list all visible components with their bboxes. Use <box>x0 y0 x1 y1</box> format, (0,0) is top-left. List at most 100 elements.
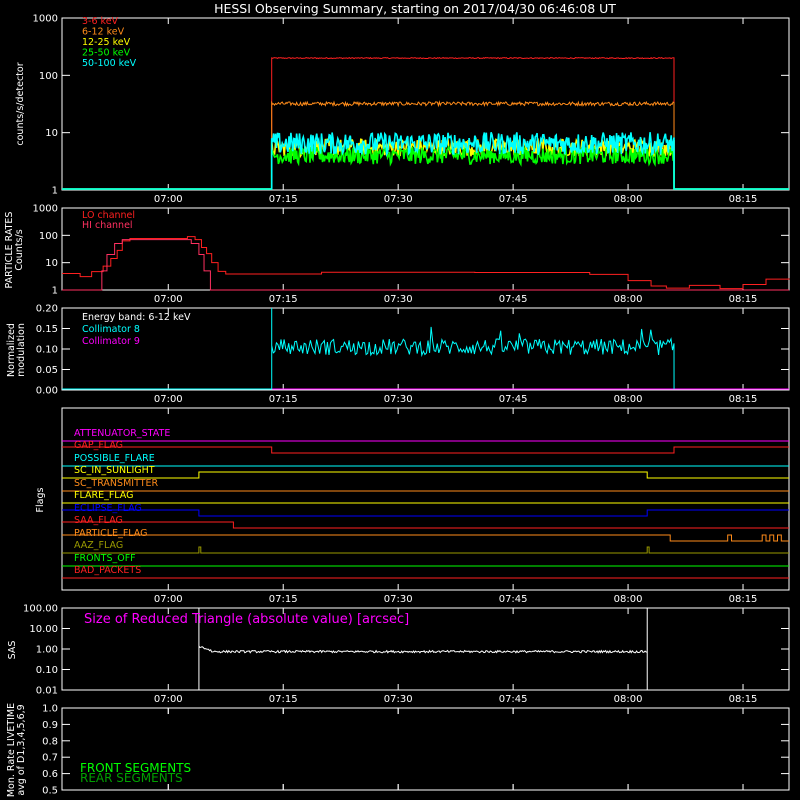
count-rate-legend: 50-100 keV <box>82 58 137 69</box>
count-rate-legend: 3-6 keV <box>82 16 119 27</box>
flags-xtick-label: 07:45 <box>499 594 528 605</box>
count_rates-ytick-label: 100 <box>39 71 58 82</box>
count_rates-ytick-label: 10 <box>45 128 58 139</box>
modulation-xtick-label: 07:00 <box>154 394 183 405</box>
particle_rates-frame <box>61 207 790 291</box>
flags-ylabel: Flags <box>35 487 46 512</box>
modulation-ytick-label: 0.00 <box>36 386 58 397</box>
particle-rates-ylabel: PARTICLE RATES Counts/s <box>4 212 25 289</box>
sas-annotation: Size of Reduced Triangle (absolute value… <box>84 612 409 627</box>
count-rates-ylabel-line: counts/s/detector <box>15 62 26 145</box>
livetime-legend: REAR SEGMENTS <box>80 771 183 785</box>
lo-channel-line <box>62 236 790 290</box>
livetime-ylabel-line: avg of D1,3,4,5,6,9 <box>16 704 27 795</box>
particle_rates-xtick-label: 07:00 <box>154 294 183 305</box>
modulation-ylabel-line: modulation <box>16 323 27 377</box>
particle_rates-ytick-label: 10 <box>45 258 58 269</box>
flag-label: SC_TRANSMITTER <box>74 478 159 489</box>
flags-xtick-label: 07:00 <box>154 594 183 605</box>
count-rates-ylabel: counts/s/detector <box>15 62 26 145</box>
particle_rates-xtick-label: 07:15 <box>269 294 298 305</box>
flag-label: ATTENUATOR_STATE <box>74 428 170 439</box>
livetime-ytick-label: 0.6 <box>42 769 58 780</box>
flag-label: GAP_FLAG <box>74 440 123 451</box>
flag-label: PARTICLE_FLAG <box>74 528 147 539</box>
particle_rates-xtick-label: 08:15 <box>729 294 758 305</box>
count_rates-ytick-label: 1 <box>52 186 58 197</box>
flag-line <box>62 471 789 479</box>
modulation-ytick-label: 0.10 <box>36 345 58 356</box>
particle_rates-ytick-label: 100 <box>39 231 58 242</box>
modulation-xtick-label: 08:15 <box>729 394 758 405</box>
flags-xtick-label: 07:15 <box>269 594 298 605</box>
count-rate-legend: 25-50 keV <box>82 48 131 59</box>
modulation-ytick-label: 0.20 <box>36 304 58 315</box>
flags-xtick-label: 08:15 <box>729 594 758 605</box>
modulation-legend: Collimator 9 <box>82 336 140 347</box>
modulation-xtick-label: 07:45 <box>499 394 528 405</box>
livetime-ytick-label: 1.0 <box>42 704 58 715</box>
modulation-ylabel: Normalized modulation <box>6 323 27 377</box>
particle_rates-xtick-label: 07:45 <box>499 294 528 305</box>
flag-line <box>62 546 789 554</box>
sas-xtick-label: 08:15 <box>729 694 758 705</box>
sas-ytick-label: 100.00 <box>23 604 58 615</box>
particle_rates-xtick-label: 07:30 <box>384 294 413 305</box>
livetime-ylabel: Mon. Rate LIVETIME avg of D1,3,4,5,6,9 <box>6 703 27 797</box>
flag-label: ECLIPSE_FLAG <box>74 503 142 514</box>
sas-ytick-label: 0.10 <box>36 665 58 676</box>
count-rate-line <box>62 144 789 190</box>
flag-label: BAD_PACKETS <box>74 565 141 576</box>
modulation-ytick-label: 0.15 <box>36 324 58 335</box>
count-rate-line <box>62 137 789 190</box>
sas-xtick-label: 07:45 <box>499 694 528 705</box>
particle_rates-ytick-label: 1 <box>52 286 58 297</box>
sas-xtick-label: 07:00 <box>154 694 183 705</box>
particle-rates-ylabel-line: Counts/s <box>14 229 25 270</box>
livetime-ytick-label: 0.5 <box>42 786 58 797</box>
hi-channel-line <box>62 239 789 291</box>
livetime-ytick-label: 0.9 <box>42 720 58 731</box>
flag-label: SC_IN_SUNLIGHT <box>74 465 155 476</box>
flags-frame <box>61 407 790 591</box>
observing-summary-plot: HESSI Observing Summary, starting on 201… <box>4 1 790 797</box>
flag-label: FRONTS_OFF <box>74 553 136 564</box>
flags-xtick-label: 08:00 <box>614 594 643 605</box>
flag-line <box>62 521 789 529</box>
count_rates-xtick-label: 07:45 <box>499 194 528 205</box>
modulation-legend: Collimator 8 <box>82 324 140 335</box>
modulation-xtick-label: 07:30 <box>384 394 413 405</box>
sas-ylabel-line: SAS <box>7 641 18 660</box>
flags-ylabel-line: Flags <box>35 487 46 512</box>
count_rates-ytick-label: 1000 <box>33 14 58 25</box>
flag-label: FLARE_FLAG <box>74 490 134 501</box>
flag-label: POSSIBLE_FLARE <box>74 453 155 464</box>
observing-summary: HESSI Observing Summary, starting on 201… <box>0 0 800 800</box>
sas-xtick-label: 07:30 <box>384 694 413 705</box>
count-rate-legend: 12-25 keV <box>82 37 131 48</box>
energy-band-label: Energy band: 6-12 keV <box>82 312 191 323</box>
sas-ytick-label: 0.01 <box>36 686 58 697</box>
count-rate-legend: 6-12 keV <box>82 27 125 38</box>
sas-xtick-label: 07:15 <box>269 694 298 705</box>
particle_rates-xtick-label: 08:00 <box>614 294 643 305</box>
modulation-xtick-label: 08:00 <box>614 394 643 405</box>
modulation-ytick-label: 0.05 <box>36 365 58 376</box>
modulation-xtick-label: 07:15 <box>269 394 298 405</box>
flags-xtick-label: 07:30 <box>384 594 413 605</box>
count_rates-xtick-label: 07:15 <box>269 194 298 205</box>
count-rate-line <box>62 56 789 190</box>
sas-ytick-label: 10.00 <box>29 624 58 635</box>
count_rates-xtick-label: 07:00 <box>154 194 183 205</box>
flag-label: SAA_FLAG <box>74 515 123 526</box>
flag-line <box>62 446 789 454</box>
particle-legend: HI channel <box>82 220 133 231</box>
count-rate-line <box>62 131 789 190</box>
flag-label: AAZ_FLAG <box>74 540 123 551</box>
flag-line <box>62 534 789 542</box>
livetime-ytick-label: 0.7 <box>42 753 58 764</box>
flag-line <box>62 509 789 517</box>
page-title: HESSI Observing Summary, starting on 201… <box>214 1 616 16</box>
livetime-ytick-label: 0.8 <box>42 736 58 747</box>
count_rates-xtick-label: 08:15 <box>729 194 758 205</box>
